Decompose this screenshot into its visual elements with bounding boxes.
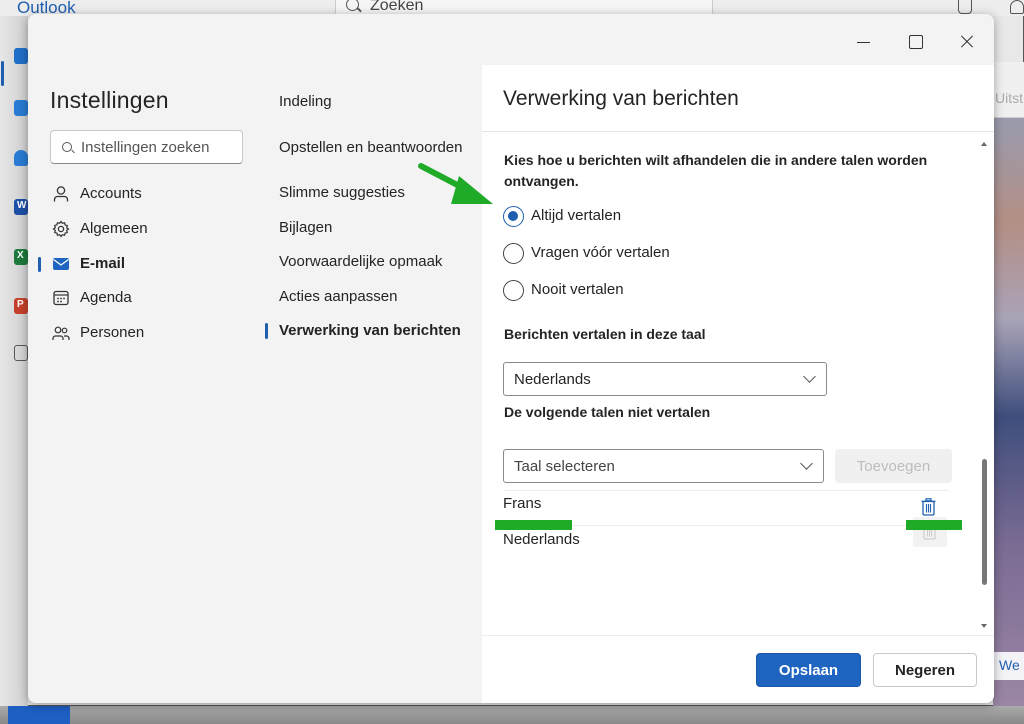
background-peek-button[interactable]: We	[993, 652, 1024, 680]
subnav-acties-aanpassen[interactable]: Acties aanpassen	[279, 288, 397, 305]
background-search-placeholder: Zoeken	[370, 0, 424, 14]
taskbar-start-area[interactable]	[8, 706, 70, 724]
subnav-voorwaardelijke-opmaak[interactable]: Voorwaardelijke opmaak	[279, 253, 442, 270]
nav-item-label: Agenda	[80, 289, 132, 306]
nav-item-label: Accounts	[80, 185, 142, 202]
no-translate-label: De volgende talen niet vertalen	[504, 404, 711, 420]
nav-item-accounts[interactable]: Accounts	[50, 180, 260, 210]
calendar-icon[interactable]	[14, 100, 28, 116]
subnav-selection-indicator	[265, 323, 268, 339]
minimize-button[interactable]	[854, 32, 874, 52]
excel-letter: X	[17, 250, 24, 261]
dialog-title-bar	[28, 14, 994, 65]
search-icon	[346, 0, 359, 11]
nav-item-label: E-mail	[80, 255, 126, 272]
save-button[interactable]: Opslaan	[756, 653, 861, 687]
rail-selection-indicator	[1, 61, 4, 86]
delete-language-button[interactable]	[921, 498, 936, 516]
apps-icon[interactable]	[14, 345, 28, 361]
nav-item-agenda[interactable]: Agenda	[50, 284, 260, 314]
person-icon	[53, 186, 69, 202]
subnav-bijlagen[interactable]: Bijlagen	[279, 219, 332, 236]
bell-icon[interactable]	[1010, 0, 1024, 14]
people-icon[interactable]	[14, 150, 28, 166]
settings-panel: Verwerking van berichten Kies hoe u beri…	[482, 65, 994, 703]
background-toolbar-peek: Uitst	[993, 62, 1024, 118]
nav-item-personen[interactable]: Personen	[50, 319, 260, 349]
language-name: Frans	[503, 495, 542, 512]
panel-title: Verwerking van berichten	[503, 87, 739, 110]
language-name: Nederlands	[503, 531, 580, 548]
subnav-indeling[interactable]: Indeling	[279, 93, 332, 110]
gear-icon	[52, 220, 70, 238]
mail-icon[interactable]	[14, 48, 28, 64]
app-rail	[0, 16, 28, 706]
word-letter: W	[17, 200, 27, 211]
radio-button[interactable]	[503, 280, 524, 301]
settings-title: Instellingen	[50, 87, 169, 113]
subnav-verwerking-van-berichten[interactable]: Verwerking van berichten	[279, 322, 461, 339]
add-language-button[interactable]: Toevoegen	[835, 449, 952, 483]
nav-item-label: Personen	[80, 324, 145, 341]
settings-search-box[interactable]	[50, 130, 243, 164]
calendar-icon	[53, 290, 69, 306]
scrollbar-thumb[interactable]	[982, 459, 987, 585]
search-icon	[62, 142, 72, 152]
divider	[482, 131, 994, 132]
compose-icon[interactable]	[958, 0, 972, 14]
scroll-up-arrow[interactable]	[981, 142, 987, 146]
radio-label: Nooit vertalen	[531, 281, 624, 298]
annotation-marker-left	[495, 520, 572, 530]
taskbar	[0, 706, 1024, 724]
translate-to-label: Berichten vertalen in deze taal	[504, 326, 706, 342]
annotation-arrow-icon	[418, 163, 493, 204]
chevron-down-icon	[800, 457, 813, 470]
dropdown-value: Nederlands	[514, 371, 591, 388]
language-select-dropdown[interactable]: Taal selecteren	[503, 449, 824, 483]
radio-label: Vragen vóór vertalen	[531, 244, 670, 261]
nav-selection-indicator	[38, 257, 41, 272]
excluded-language-row: Frans	[503, 488, 949, 524]
cancel-button[interactable]: Negeren	[873, 653, 977, 687]
background-peek-button-text: We	[999, 657, 1020, 673]
settings-dialog: Instellingen Accounts Algemeen E-mail Ag…	[28, 14, 994, 703]
nav-item-algemeen[interactable]: Algemeen	[50, 215, 260, 245]
nav-item-label: Algemeen	[80, 220, 148, 237]
radio-button-checked[interactable]	[503, 206, 524, 227]
scroll-down-arrow[interactable]	[981, 624, 987, 628]
dropdown-placeholder: Taal selecteren	[514, 458, 615, 475]
nav-item-email[interactable]: E-mail	[50, 250, 260, 280]
annotation-marker-right	[906, 520, 962, 530]
background-peek-text: Uitst	[995, 90, 1023, 106]
subnav-opstellen-en-beantwoorden[interactable]: Opstellen en beantwoorden	[279, 139, 462, 156]
excel-icon[interactable]: X	[14, 249, 28, 265]
people-icon	[52, 326, 70, 340]
subnav-slimme-suggesties[interactable]: Slimme suggesties	[279, 184, 405, 201]
translation-question: Kies hoe u berichten wilt afhandelen die…	[504, 152, 928, 189]
divider	[482, 635, 994, 636]
mail-icon	[53, 258, 69, 270]
radio-label: Altijd vertalen	[531, 207, 622, 224]
close-button[interactable]	[957, 32, 977, 52]
trash-icon	[921, 498, 936, 516]
powerpoint-icon[interactable]: P	[14, 298, 28, 314]
chevron-down-icon	[803, 370, 816, 383]
settings-search-input[interactable]	[81, 137, 236, 157]
powerpoint-letter: P	[17, 299, 24, 310]
background-wallpaper-peek	[993, 62, 1024, 706]
translate-language-dropdown[interactable]: Nederlands	[503, 362, 827, 396]
radio-button[interactable]	[503, 243, 524, 264]
maximize-button[interactable]	[905, 32, 925, 52]
word-icon[interactable]: W	[14, 199, 28, 215]
